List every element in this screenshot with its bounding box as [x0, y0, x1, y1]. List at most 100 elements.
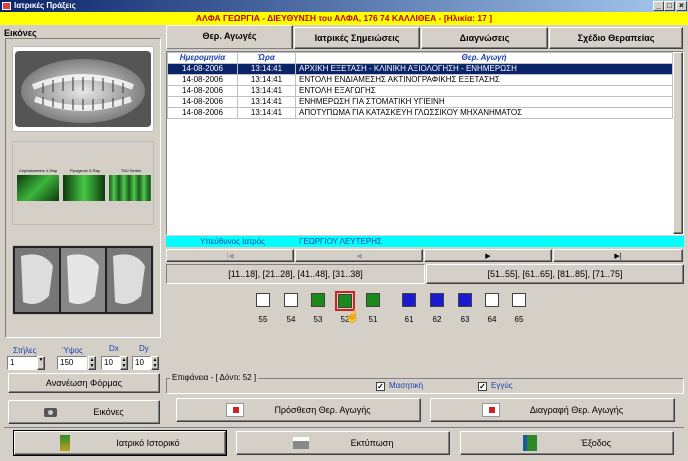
height-input[interactable]: 150: [57, 356, 87, 370]
tooth-number: 51: [368, 315, 378, 324]
prev-record-button[interactable]: ◀: [295, 249, 423, 262]
table-row[interactable]: 14-08-2006 13:14:41 ΕΝΤΟΛΗ ΕΞΑΓΩΓΗΣ: [167, 85, 673, 97]
maximize-button[interactable]: □: [664, 1, 675, 11]
pyrogenic-thumbnail[interactable]: [63, 175, 105, 201]
tooth-62[interactable]: [430, 293, 444, 307]
doctor-row: Υπεύθυνος Ιατρός ΓΕΩΡΓΙΟΥ ΛΕΥΤΕΡΗΣ: [166, 236, 684, 247]
tooth-number: 64: [487, 315, 497, 324]
mesial-label: Εγγύς: [491, 381, 513, 390]
tooth-icon: [485, 293, 499, 307]
camera-icon: [44, 407, 58, 417]
thumb-label: Pyrogenic X-Ray: [69, 168, 100, 173]
exit-button[interactable]: Έξοδος: [460, 431, 674, 455]
tooth-54[interactable]: [284, 293, 298, 307]
tooth-number: 62: [432, 315, 442, 324]
panoramic-xray-image[interactable]: [12, 46, 154, 132]
tooth-53[interactable]: [311, 293, 325, 307]
hand-cursor-icon: ☝: [345, 309, 360, 323]
primary-teeth-quadrants[interactable]: [51..55], [61..65], [81..85], [71..75]: [426, 264, 684, 284]
cell-time: 13:14:41: [237, 96, 296, 108]
tooth-number: 63: [460, 315, 470, 324]
cell-date: 14-08-2006: [167, 96, 238, 108]
cell-treatment: ΑΠΟΤΥΠΩΜΑ ΓΙΑ ΚΑΤΑΣΚΕΥΗ ΓΛΩΣΣΙΚΟΥ ΜΗΧΑΝΗ…: [295, 107, 673, 119]
tooth-61[interactable]: [402, 293, 416, 307]
height-stepper[interactable]: ▲ ▼: [88, 356, 96, 370]
cell-date: 14-08-2006: [167, 85, 238, 97]
delete-treatment-label: Διαγραφή Θερ. Αγωγής: [529, 405, 624, 415]
cell-date: 14-08-2006: [167, 107, 238, 119]
columns-label: Στήλες: [13, 346, 37, 355]
tooth-52-selected[interactable]: [335, 291, 355, 311]
column-header-date[interactable]: Ημερομηνία: [167, 52, 238, 64]
images-button[interactable]: Εικόνες: [8, 400, 160, 424]
chevron-down-icon[interactable]: ▼: [37, 356, 45, 370]
dx-stepper[interactable]: ▲ ▼: [120, 356, 128, 370]
xray-series-frame: Cephalometric X-Ray Pyrogenic X-Ray TMJ …: [12, 141, 154, 225]
tab-treatment-plan[interactable]: Σχέδιο Θεραπείας: [549, 27, 683, 49]
close-button[interactable]: ×: [676, 1, 687, 11]
tooth-65[interactable]: [512, 293, 526, 307]
cell-treatment: ΕΝΗΜΕΡΩΣΗ ΓΙΑ ΣΤΟΜΑΤΙΚΗ ΥΓΙΕΙΝΗ: [295, 96, 673, 108]
treatments-grid[interactable]: Ημερομηνία Ώρα Θερ. Αγωγή 14-08-2006 13:…: [166, 51, 684, 235]
images-panel: Cephalometric X-Ray Pyrogenic X-Ray TMJ …: [5, 38, 161, 338]
last-record-button[interactable]: ▶|: [553, 249, 683, 262]
lateral-xray-image[interactable]: [12, 245, 154, 315]
mesial-checkbox[interactable]: ✓: [478, 382, 487, 391]
printer-icon: [292, 437, 309, 449]
table-row[interactable]: 14-08-2006 13:14:41 ΕΝΤΟΛΗ ΕΝΔΙΑΜΕΣΗΣ ΑΚ…: [167, 74, 673, 86]
tooth-icon: [311, 293, 325, 307]
permanent-teeth-quadrants[interactable]: [11..18], [21..28], [41..48], [31..38]: [166, 264, 425, 284]
cell-treatment: ΕΝΤΟΛΗ ΕΞΑΓΩΓΗΣ: [295, 85, 673, 97]
tab-medical-notes-label: Ιατρικές Σημειώσεις: [314, 33, 400, 43]
add-treatment-button[interactable]: Πρόσθεση Θερ. Αγωγής: [176, 398, 421, 422]
doctor-label: Υπεύθυνος Ιατρός: [200, 237, 266, 246]
dx-input[interactable]: 10: [101, 356, 120, 370]
tooth-icon: [430, 293, 444, 307]
quadrants-right-label: [51..55], [61..65], [81..85], [71..75]: [487, 269, 623, 279]
tooth-63[interactable]: [458, 293, 472, 307]
tooth-51[interactable]: [366, 293, 380, 307]
dx-label: Dx: [109, 344, 119, 353]
tab-treatments[interactable]: Θερ. Αγωγές: [166, 25, 293, 49]
tooth-icon: [402, 293, 416, 307]
dy-input[interactable]: 10: [132, 356, 151, 370]
medical-history-label: Ιατρικό Ιστορικό: [116, 438, 180, 448]
medical-history-button[interactable]: Ιατρικό Ιστορικό: [13, 430, 227, 456]
tooth-number: 61: [404, 315, 414, 324]
cell-time: 13:14:41: [237, 107, 296, 119]
grid-scrollbar[interactable]: [673, 52, 683, 234]
minimize-button[interactable]: _: [653, 1, 664, 11]
tab-medical-notes[interactable]: Ιατρικές Σημειώσεις: [294, 27, 420, 49]
thumb-label: TMJ Series: [120, 168, 142, 173]
cell-time: 13:14:41: [237, 63, 296, 75]
print-button[interactable]: Εκτύπωση: [236, 431, 450, 455]
tab-diagnoses[interactable]: Διαγνώσεις: [421, 27, 548, 49]
cell-time: 13:14:41: [237, 74, 296, 86]
cell-time: 13:14:41: [237, 85, 296, 97]
cell-treatment: ΑΡΧΙΚΗ ΕΞΕΤΑΣΗ - ΚΛΙΝΙΚΗ ΑΞΙΟΛΟΓΗΣΗ - ΕΝ…: [295, 63, 673, 75]
cephalometric-thumbnail[interactable]: [17, 175, 59, 201]
table-row[interactable]: 14-08-2006 13:14:41 ΑΠΟΤΥΠΩΜΑ ΓΙΑ ΚΑΤΑΣΚ…: [167, 107, 673, 119]
delete-treatment-button[interactable]: Διαγραφή Θερ. Αγωγής: [430, 398, 675, 422]
tooth-55[interactable]: [256, 293, 270, 307]
next-record-button[interactable]: ▶: [424, 249, 552, 262]
medkit-remove-icon: [481, 403, 500, 417]
tmj-series-thumbnail[interactable]: [109, 175, 151, 201]
height-label: Ύψος: [62, 346, 83, 355]
tooth-icon: [458, 293, 472, 307]
occlusal-checkbox[interactable]: ✓: [376, 382, 385, 391]
tooth-number: 54: [286, 315, 296, 324]
table-row[interactable]: 14-08-2006 13:14:41 ΕΝΗΜΕΡΩΣΗ ΓΙΑ ΣΤΟΜΑΤ…: [167, 96, 673, 108]
column-header-treatment[interactable]: Θερ. Αγωγή: [295, 52, 673, 64]
surface-title: Επιφάνεια - [ Δόντι: 52 ]: [170, 373, 259, 382]
images-panel-title: Εικόνες: [4, 28, 37, 38]
refresh-form-button[interactable]: Ανανέωση Φόρμας: [8, 373, 160, 393]
tab-diagnoses-label: Διαγνώσεις: [459, 33, 510, 43]
column-header-time[interactable]: Ώρα: [237, 52, 296, 64]
tooth-icon: [284, 293, 298, 307]
thumb-label: Cephalometric X-Ray: [18, 168, 57, 173]
table-row[interactable]: 14-08-2006 13:14:41 ΑΡΧΙΚΗ ΕΞΕΤΑΣΗ - ΚΛΙ…: [167, 63, 673, 75]
dy-stepper[interactable]: ▲ ▼: [151, 356, 159, 370]
tooth-64[interactable]: [485, 293, 499, 307]
first-record-button[interactable]: |◀: [166, 249, 294, 262]
